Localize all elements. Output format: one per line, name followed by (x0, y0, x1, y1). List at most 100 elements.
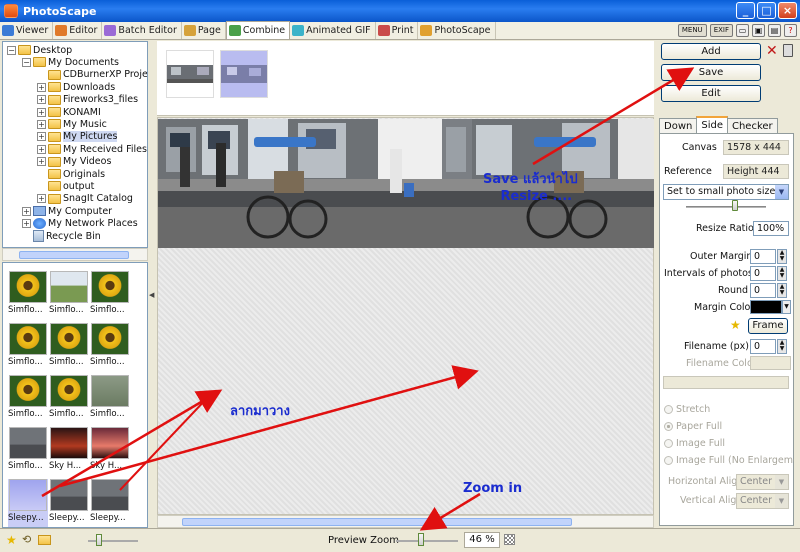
tab-combine[interactable]: Combine (225, 21, 291, 39)
size-slider-thumb[interactable] (732, 200, 738, 211)
thumbnail-size-slider-thumb[interactable] (96, 534, 102, 546)
margin-color-swatch[interactable] (750, 300, 782, 314)
tab-page[interactable]: Page (182, 22, 226, 39)
maximize-button[interactable]: □ (757, 2, 776, 19)
tree-item[interactable]: + My Videos (37, 156, 111, 168)
expand-icon[interactable]: + (37, 119, 46, 129)
tree-item[interactable]: + SnagIt Catalog (37, 193, 133, 205)
tab-editor[interactable]: Editor (53, 22, 103, 39)
tree-item[interactable]: + Fireworks3_files (37, 94, 138, 106)
intervals-input[interactable]: 0 (750, 266, 776, 281)
round-input[interactable]: 0 (750, 283, 776, 298)
tree-item[interactable]: + My Pictures (37, 131, 118, 143)
scroll-thumb[interactable] (19, 251, 129, 259)
tab-checker[interactable]: Checker (726, 118, 778, 134)
collapse-icon[interactable]: − (22, 57, 31, 67)
size-slider[interactable] (686, 206, 766, 208)
filename-input[interactable]: 0 (750, 339, 776, 354)
window-icon[interactable]: ▭ (736, 24, 749, 37)
tab-print[interactable]: Print (376, 22, 419, 39)
photo-slot-bar[interactable] (157, 41, 654, 116)
tab-animated-gif[interactable]: Animated GIF (290, 22, 376, 39)
tab-down[interactable]: Down (659, 118, 698, 134)
tab-batch-editor[interactable]: Batch Editor (102, 22, 182, 39)
close-button[interactable]: × (778, 2, 797, 19)
folder-open-icon[interactable] (38, 535, 51, 545)
expand-icon[interactable]: + (22, 219, 31, 229)
thumbnail-item[interactable]: Simflo... (90, 375, 130, 425)
tab-photoscape[interactable]: PhotoScape (418, 22, 496, 39)
minimize-button[interactable]: _ (736, 2, 755, 19)
intervals-stepper[interactable]: ▲ ▼ (777, 266, 787, 281)
outer-margin-input[interactable]: 0 (750, 249, 776, 264)
tab-viewer[interactable]: Viewer (0, 22, 54, 39)
tree-item[interactable]: + My Computer (22, 205, 112, 217)
exif-button[interactable]: EXIF (709, 24, 733, 37)
tree-item[interactable]: + My Music (37, 118, 107, 130)
thumbnail-item[interactable]: Simflo... (49, 375, 89, 425)
thumbnail-item[interactable]: Simflo... (90, 271, 130, 321)
tree-item[interactable]: + My Received Files (37, 143, 147, 155)
thumbnail-item[interactable]: Simflo... (8, 375, 48, 425)
tree-horizontal-scrollbar[interactable] (2, 248, 148, 261)
thumbnail-item[interactable]: Simflo... (8, 323, 48, 373)
star-icon[interactable]: ★ (6, 533, 17, 547)
filename-stepper[interactable]: ▲ ▼ (777, 339, 787, 354)
outer-margin-stepper[interactable]: ▲ ▼ (777, 249, 787, 264)
chevron-down-icon[interactable]: ▼ (775, 185, 788, 199)
thumbnail-item[interactable]: Sky H... (90, 427, 130, 477)
zoom-slider[interactable] (396, 540, 458, 542)
margin-color-dropdown-icon[interactable]: ▼ (782, 300, 791, 314)
expand-icon[interactable]: + (37, 157, 46, 167)
tree-item[interactable]: Recycle Bin (22, 230, 101, 242)
tree-item[interactable]: output (37, 180, 94, 192)
add-button[interactable]: Add (661, 43, 761, 60)
photo-slot[interactable] (166, 50, 214, 98)
tree-item[interactable]: − Desktop (7, 44, 72, 56)
expand-icon[interactable]: + (22, 206, 31, 216)
menu-button[interactable]: MENU (677, 24, 707, 37)
thumbnail-item[interactable]: Sleepy... (8, 479, 48, 527)
thumbnail-item[interactable]: Sleepy... (49, 479, 89, 527)
preview-horizontal-scrollbar[interactable] (157, 515, 654, 528)
tab-side[interactable]: Side (696, 116, 728, 134)
tree-item[interactable]: + My Network Places (22, 218, 138, 230)
expand-icon[interactable]: + (37, 95, 46, 105)
tree-item[interactable]: − My Documents (22, 56, 119, 68)
scroll-thumb[interactable] (182, 518, 572, 526)
tree-item[interactable]: + KONAMI (37, 106, 101, 118)
tree-item[interactable]: CDBurnerXP Project (37, 69, 147, 81)
zoom-slider-thumb[interactable] (418, 533, 424, 546)
fit-icon[interactable] (504, 534, 515, 545)
thumbnail-grid[interactable]: Simflo... Simflo... Simflo... Simflo... Simf… (2, 262, 148, 528)
trash-icon[interactable] (783, 44, 793, 57)
collapse-arrow-icon[interactable]: ◀ (149, 291, 154, 299)
resize-ratio-input[interactable]: 100% (753, 221, 789, 236)
thumbnail-item[interactable]: Sky H... (49, 427, 89, 477)
thumbnail-item[interactable]: Simflo... (8, 271, 48, 321)
size-select[interactable]: Set to small photo size ▼ (663, 184, 789, 200)
folder-icon[interactable]: ▤ (768, 24, 781, 37)
frame-button[interactable]: Frame (748, 318, 788, 334)
expand-icon[interactable]: + (37, 132, 46, 142)
expand-icon[interactable]: + (37, 144, 46, 154)
gift-icon[interactable]: ▣ (752, 24, 765, 37)
folder-tree[interactable]: − Desktop − My Documents CDBurnerXP Project +… (2, 41, 148, 248)
save-button[interactable]: Save (661, 64, 761, 81)
collapse-icon[interactable]: − (7, 45, 16, 55)
thumbnail-item[interactable]: Simflo... (49, 271, 89, 321)
edit-button[interactable]: Edit (661, 85, 761, 102)
help-icon[interactable]: ? (784, 24, 797, 37)
tree-item[interactable]: Originals (37, 168, 105, 180)
expand-icon[interactable]: + (37, 82, 46, 92)
round-stepper[interactable]: ▲ ▼ (777, 283, 787, 298)
thumbnail-item[interactable]: Simflo... (90, 323, 130, 373)
expand-icon[interactable]: + (37, 194, 46, 204)
tree-item[interactable]: + Downloads (37, 81, 115, 93)
panel-splitter[interactable]: ◀ (148, 41, 156, 528)
photo-slot[interactable] (220, 50, 268, 98)
remove-icon[interactable]: ✕ (766, 43, 778, 59)
thumbnail-item[interactable]: Sleepy... (90, 479, 130, 527)
thumbnail-item[interactable]: Simflo... (49, 323, 89, 373)
thumbnail-item[interactable]: Simflo... (8, 427, 48, 477)
